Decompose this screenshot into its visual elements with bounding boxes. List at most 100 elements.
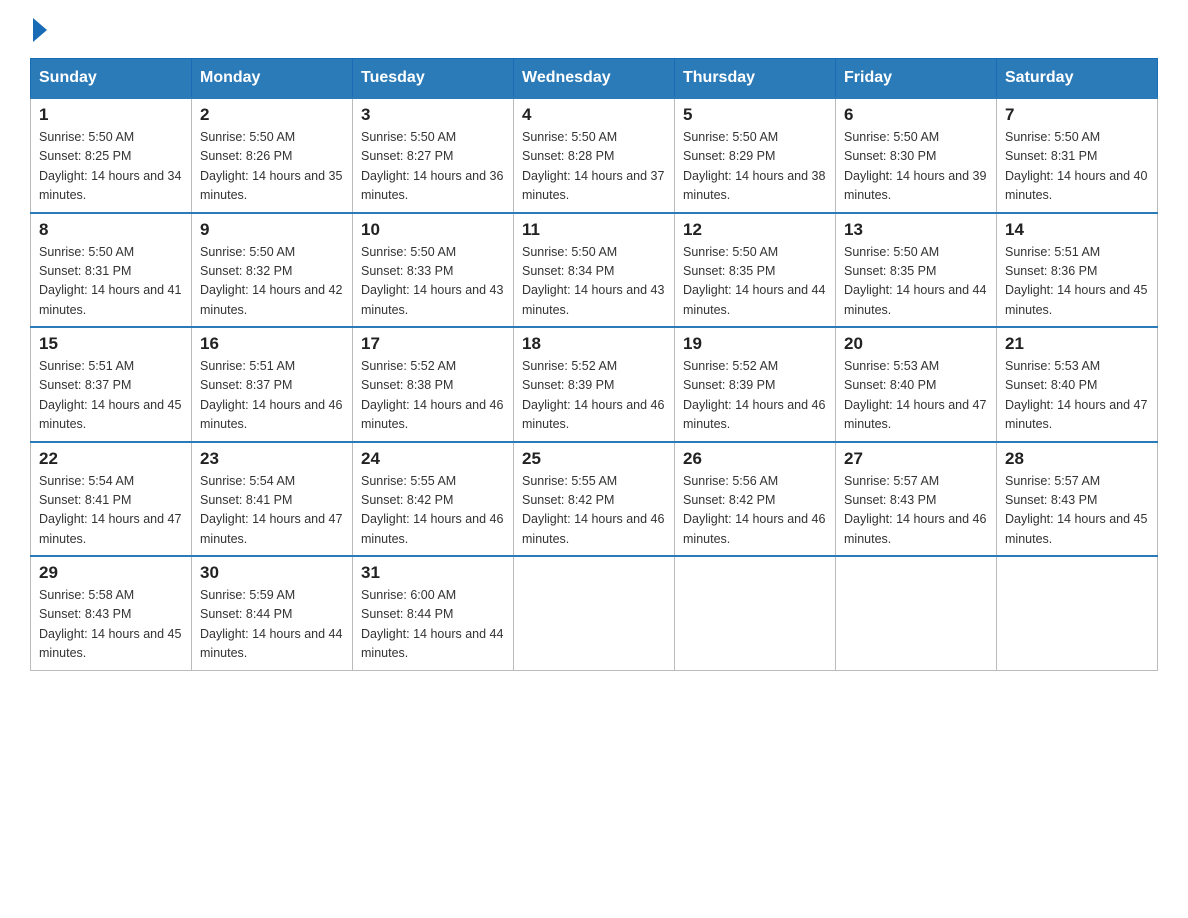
day-number: 2 [200,105,344,125]
calendar-cell: 15 Sunrise: 5:51 AMSunset: 8:37 PMDaylig… [31,327,192,442]
day-info: Sunrise: 5:59 AMSunset: 8:44 PMDaylight:… [200,588,342,660]
day-info: Sunrise: 5:50 AMSunset: 8:31 PMDaylight:… [1005,130,1147,202]
day-info: Sunrise: 5:53 AMSunset: 8:40 PMDaylight:… [844,359,986,431]
calendar-cell: 28 Sunrise: 5:57 AMSunset: 8:43 PMDaylig… [997,442,1158,557]
calendar-header-wednesday: Wednesday [514,59,675,99]
day-info: Sunrise: 5:50 AMSunset: 8:28 PMDaylight:… [522,130,664,202]
calendar-cell: 22 Sunrise: 5:54 AMSunset: 8:41 PMDaylig… [31,442,192,557]
day-info: Sunrise: 5:50 AMSunset: 8:30 PMDaylight:… [844,130,986,202]
calendar-header-row: SundayMondayTuesdayWednesdayThursdayFrid… [31,59,1158,99]
calendar-cell: 18 Sunrise: 5:52 AMSunset: 8:39 PMDaylig… [514,327,675,442]
day-number: 29 [39,563,183,583]
day-number: 18 [522,334,666,354]
day-info: Sunrise: 5:54 AMSunset: 8:41 PMDaylight:… [200,474,342,546]
day-info: Sunrise: 5:58 AMSunset: 8:43 PMDaylight:… [39,588,181,660]
day-info: Sunrise: 5:52 AMSunset: 8:39 PMDaylight:… [683,359,825,431]
day-info: Sunrise: 5:56 AMSunset: 8:42 PMDaylight:… [683,474,825,546]
day-info: Sunrise: 5:50 AMSunset: 8:34 PMDaylight:… [522,245,664,317]
day-info: Sunrise: 5:50 AMSunset: 8:27 PMDaylight:… [361,130,503,202]
day-number: 20 [844,334,988,354]
day-info: Sunrise: 5:51 AMSunset: 8:37 PMDaylight:… [39,359,181,431]
logo-arrow-icon [33,18,47,42]
calendar-cell: 31 Sunrise: 6:00 AMSunset: 8:44 PMDaylig… [353,556,514,670]
day-number: 25 [522,449,666,469]
calendar-cell: 12 Sunrise: 5:50 AMSunset: 8:35 PMDaylig… [675,213,836,328]
calendar-cell: 3 Sunrise: 5:50 AMSunset: 8:27 PMDayligh… [353,98,514,213]
calendar-week-row: 1 Sunrise: 5:50 AMSunset: 8:25 PMDayligh… [31,98,1158,213]
day-number: 15 [39,334,183,354]
day-info: Sunrise: 5:57 AMSunset: 8:43 PMDaylight:… [1005,474,1147,546]
calendar-cell: 4 Sunrise: 5:50 AMSunset: 8:28 PMDayligh… [514,98,675,213]
day-number: 16 [200,334,344,354]
calendar-cell [997,556,1158,670]
calendar-cell: 25 Sunrise: 5:55 AMSunset: 8:42 PMDaylig… [514,442,675,557]
day-info: Sunrise: 5:50 AMSunset: 8:35 PMDaylight:… [683,245,825,317]
day-info: Sunrise: 6:00 AMSunset: 8:44 PMDaylight:… [361,588,503,660]
day-number: 7 [1005,105,1149,125]
day-number: 26 [683,449,827,469]
day-number: 5 [683,105,827,125]
calendar-cell: 20 Sunrise: 5:53 AMSunset: 8:40 PMDaylig… [836,327,997,442]
day-number: 8 [39,220,183,240]
calendar-cell: 24 Sunrise: 5:55 AMSunset: 8:42 PMDaylig… [353,442,514,557]
day-number: 30 [200,563,344,583]
calendar-cell [514,556,675,670]
day-info: Sunrise: 5:51 AMSunset: 8:36 PMDaylight:… [1005,245,1147,317]
day-info: Sunrise: 5:50 AMSunset: 8:31 PMDaylight:… [39,245,181,317]
day-number: 6 [844,105,988,125]
day-info: Sunrise: 5:54 AMSunset: 8:41 PMDaylight:… [39,474,181,546]
day-number: 1 [39,105,183,125]
calendar-cell: 23 Sunrise: 5:54 AMSunset: 8:41 PMDaylig… [192,442,353,557]
calendar-header-friday: Friday [836,59,997,99]
day-number: 31 [361,563,505,583]
day-number: 27 [844,449,988,469]
day-info: Sunrise: 5:52 AMSunset: 8:38 PMDaylight:… [361,359,503,431]
day-number: 23 [200,449,344,469]
calendar-cell: 8 Sunrise: 5:50 AMSunset: 8:31 PMDayligh… [31,213,192,328]
calendar-cell: 11 Sunrise: 5:50 AMSunset: 8:34 PMDaylig… [514,213,675,328]
day-number: 9 [200,220,344,240]
calendar-cell: 5 Sunrise: 5:50 AMSunset: 8:29 PMDayligh… [675,98,836,213]
day-info: Sunrise: 5:53 AMSunset: 8:40 PMDaylight:… [1005,359,1147,431]
calendar-cell: 9 Sunrise: 5:50 AMSunset: 8:32 PMDayligh… [192,213,353,328]
day-number: 10 [361,220,505,240]
day-number: 19 [683,334,827,354]
day-info: Sunrise: 5:55 AMSunset: 8:42 PMDaylight:… [361,474,503,546]
calendar-header-monday: Monday [192,59,353,99]
calendar-cell: 1 Sunrise: 5:50 AMSunset: 8:25 PMDayligh… [31,98,192,213]
calendar-cell: 13 Sunrise: 5:50 AMSunset: 8:35 PMDaylig… [836,213,997,328]
day-info: Sunrise: 5:52 AMSunset: 8:39 PMDaylight:… [522,359,664,431]
calendar-cell: 29 Sunrise: 5:58 AMSunset: 8:43 PMDaylig… [31,556,192,670]
day-number: 14 [1005,220,1149,240]
day-info: Sunrise: 5:50 AMSunset: 8:26 PMDaylight:… [200,130,342,202]
calendar-cell: 14 Sunrise: 5:51 AMSunset: 8:36 PMDaylig… [997,213,1158,328]
day-number: 21 [1005,334,1149,354]
calendar-cell: 7 Sunrise: 5:50 AMSunset: 8:31 PMDayligh… [997,98,1158,213]
logo [30,20,47,38]
day-number: 12 [683,220,827,240]
day-info: Sunrise: 5:50 AMSunset: 8:33 PMDaylight:… [361,245,503,317]
calendar-cell: 21 Sunrise: 5:53 AMSunset: 8:40 PMDaylig… [997,327,1158,442]
day-info: Sunrise: 5:55 AMSunset: 8:42 PMDaylight:… [522,474,664,546]
day-number: 17 [361,334,505,354]
calendar-cell: 30 Sunrise: 5:59 AMSunset: 8:44 PMDaylig… [192,556,353,670]
page-header [30,20,1158,38]
calendar-week-row: 29 Sunrise: 5:58 AMSunset: 8:43 PMDaylig… [31,556,1158,670]
calendar-week-row: 22 Sunrise: 5:54 AMSunset: 8:41 PMDaylig… [31,442,1158,557]
day-info: Sunrise: 5:51 AMSunset: 8:37 PMDaylight:… [200,359,342,431]
day-info: Sunrise: 5:50 AMSunset: 8:35 PMDaylight:… [844,245,986,317]
calendar-table: SundayMondayTuesdayWednesdayThursdayFrid… [30,58,1158,671]
calendar-cell: 27 Sunrise: 5:57 AMSunset: 8:43 PMDaylig… [836,442,997,557]
day-number: 11 [522,220,666,240]
calendar-cell [675,556,836,670]
calendar-cell: 17 Sunrise: 5:52 AMSunset: 8:38 PMDaylig… [353,327,514,442]
calendar-cell: 19 Sunrise: 5:52 AMSunset: 8:39 PMDaylig… [675,327,836,442]
day-info: Sunrise: 5:57 AMSunset: 8:43 PMDaylight:… [844,474,986,546]
day-number: 13 [844,220,988,240]
calendar-cell [836,556,997,670]
day-number: 22 [39,449,183,469]
calendar-cell: 6 Sunrise: 5:50 AMSunset: 8:30 PMDayligh… [836,98,997,213]
day-number: 3 [361,105,505,125]
calendar-cell: 10 Sunrise: 5:50 AMSunset: 8:33 PMDaylig… [353,213,514,328]
calendar-cell: 16 Sunrise: 5:51 AMSunset: 8:37 PMDaylig… [192,327,353,442]
